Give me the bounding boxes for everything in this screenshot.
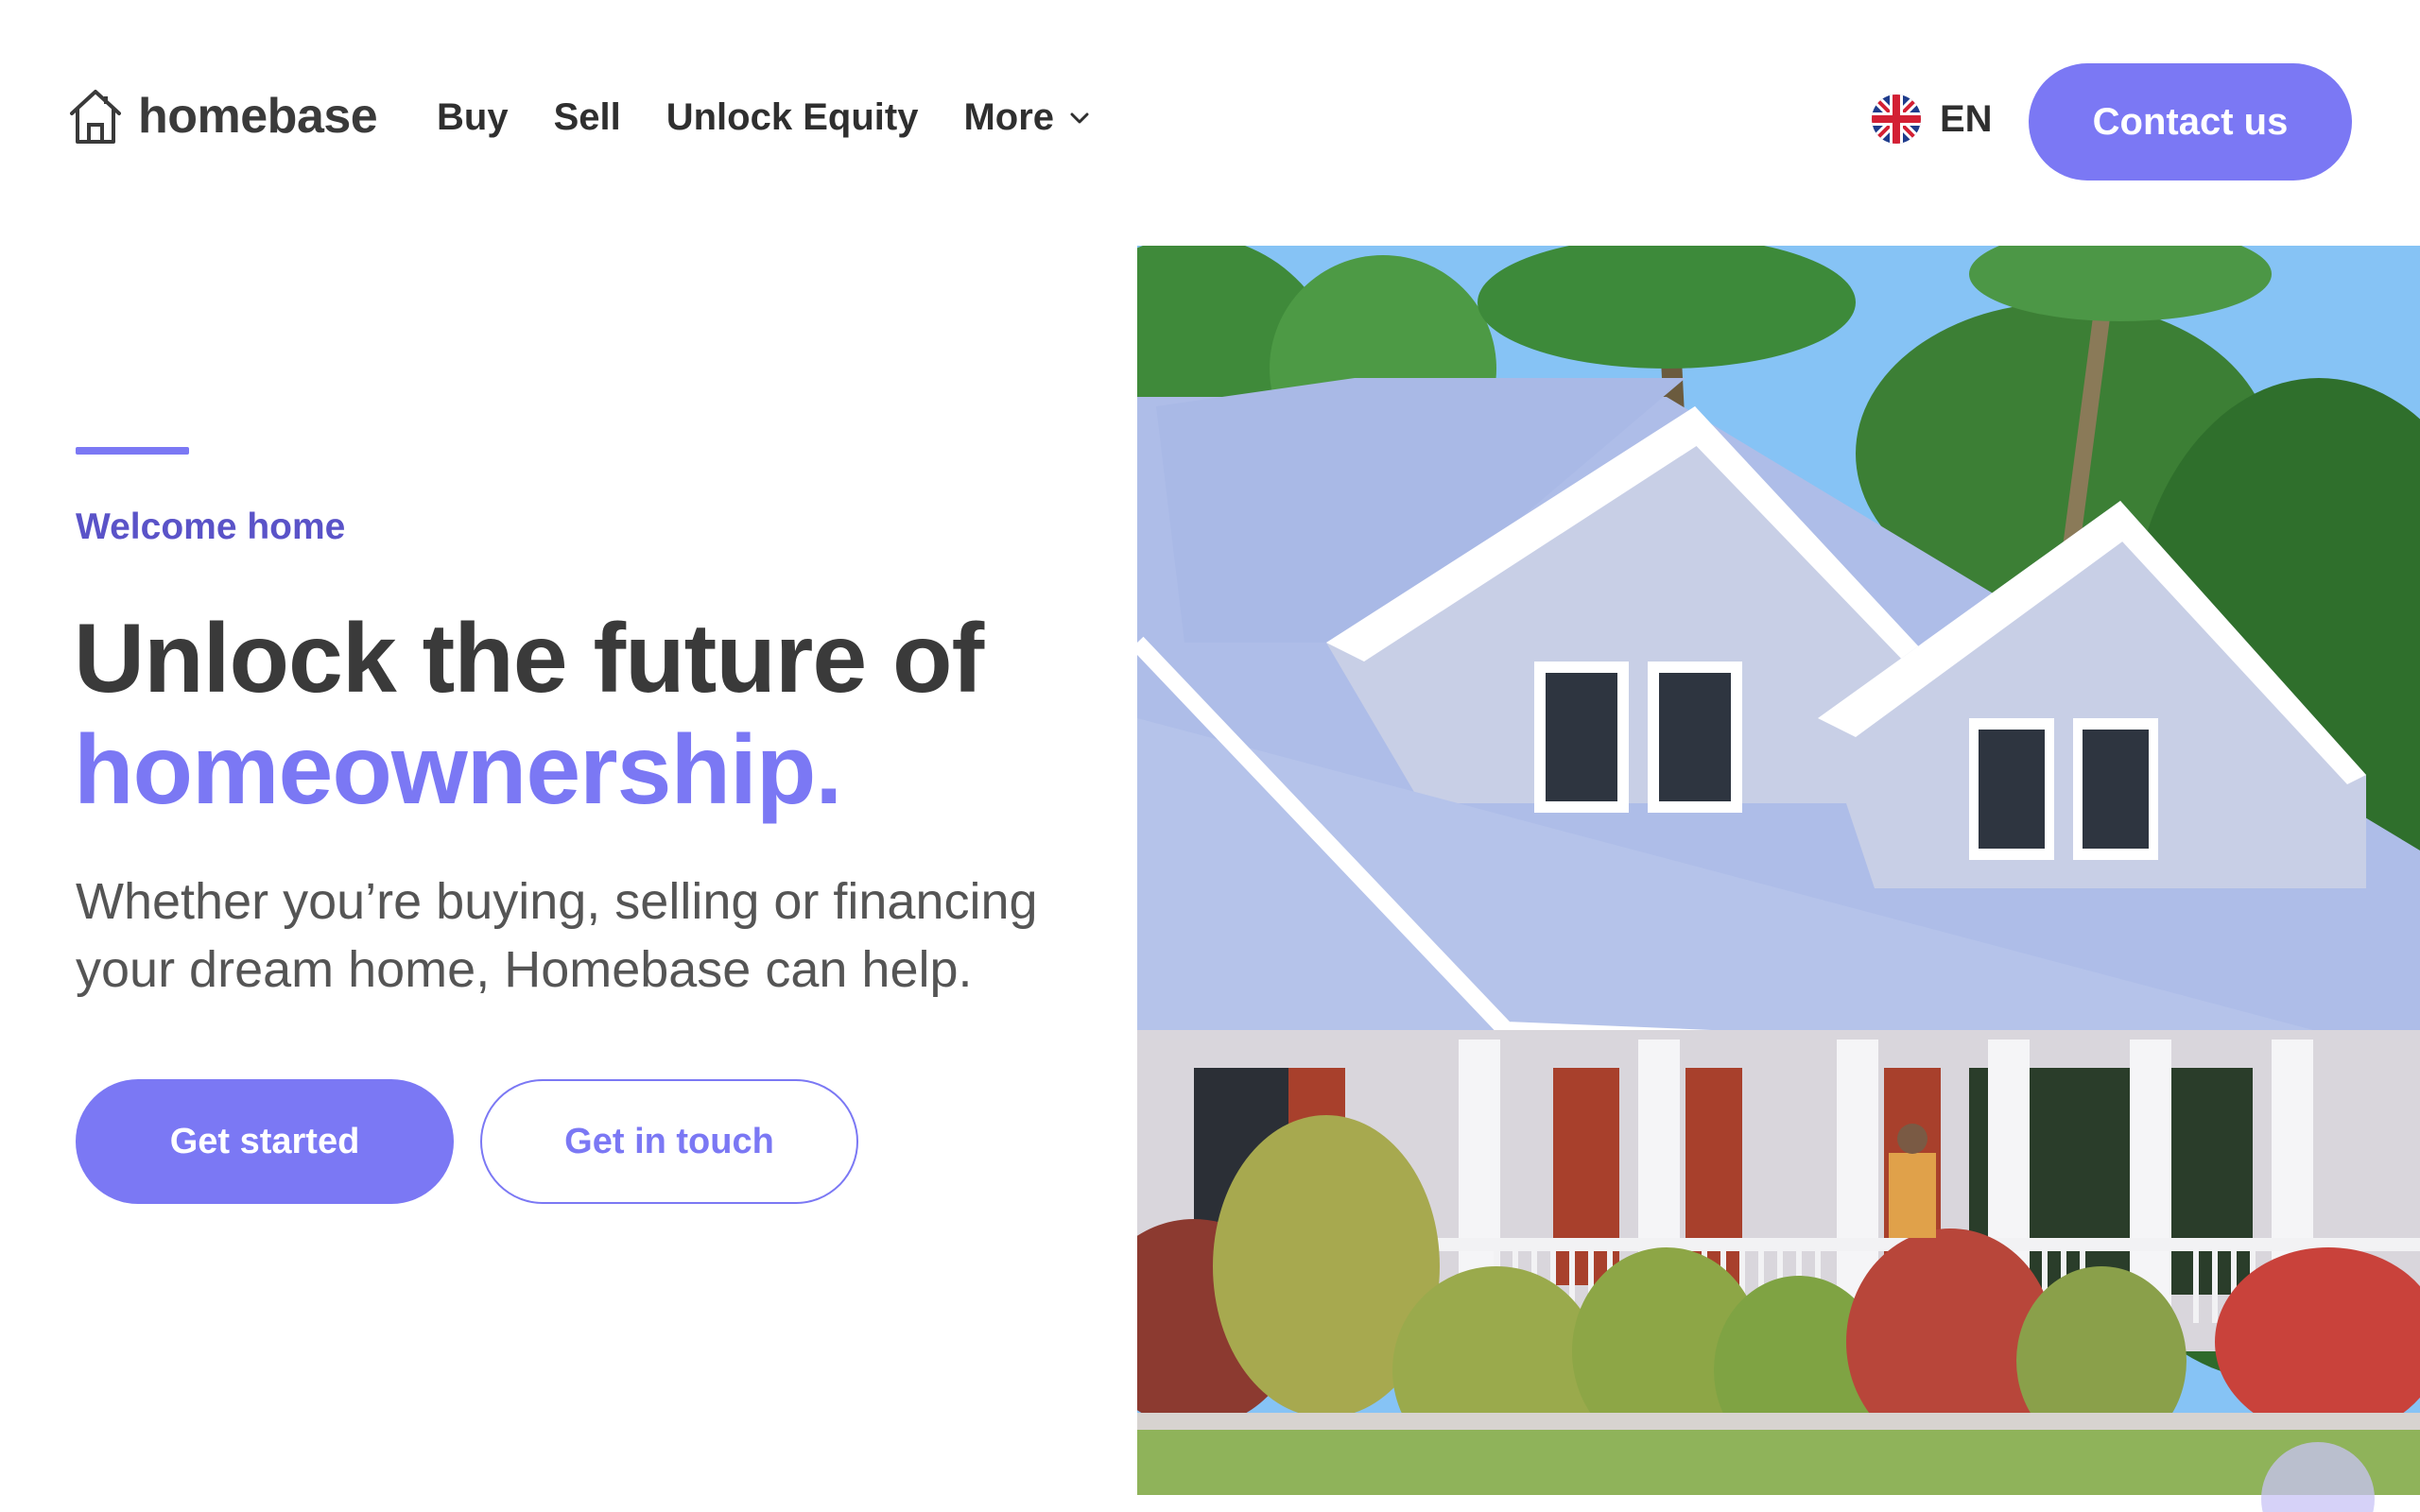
nav-item-buy[interactable]: Buy — [437, 96, 509, 139]
nav-item-unlock-equity[interactable]: Unlock Equity — [666, 96, 919, 139]
language-selector[interactable]: EN — [1872, 94, 1993, 144]
language-code: EN — [1940, 97, 1993, 140]
hero-headline-line2: homeownership. — [74, 715, 842, 825]
brand-logo[interactable]: homebase — [68, 87, 378, 146]
nav-item-sell[interactable]: Sell — [554, 96, 621, 139]
chevron-down-icon — [1070, 112, 1089, 123]
get-in-touch-button[interactable]: Get in touch — [480, 1079, 858, 1204]
site-header: homebase Buy Sell Unlock Equity More EN … — [0, 0, 2420, 246]
accent-divider — [76, 447, 189, 455]
nav-item-more-label: More — [963, 96, 1055, 138]
nav-item-more[interactable]: More — [963, 96, 1092, 139]
hero-house-image — [1137, 246, 2420, 1495]
main-nav: Buy Sell Unlock Equity More — [437, 96, 1092, 139]
house-icon — [70, 90, 121, 144]
brand-name: homebase — [138, 89, 378, 144]
uk-flag-icon — [1872, 94, 1921, 144]
get-started-button[interactable]: Get started — [76, 1079, 454, 1204]
contact-us-button[interactable]: Contact us — [2029, 63, 2352, 180]
hero-headline: Unlock the future of homeownership. — [74, 603, 984, 826]
hero-subhead: Whether you’re buying, selling or financ… — [76, 873, 1038, 998]
hero-headline-line1: Unlock the future of — [74, 604, 984, 713]
hero-eyebrow: Welcome home — [76, 507, 346, 547]
